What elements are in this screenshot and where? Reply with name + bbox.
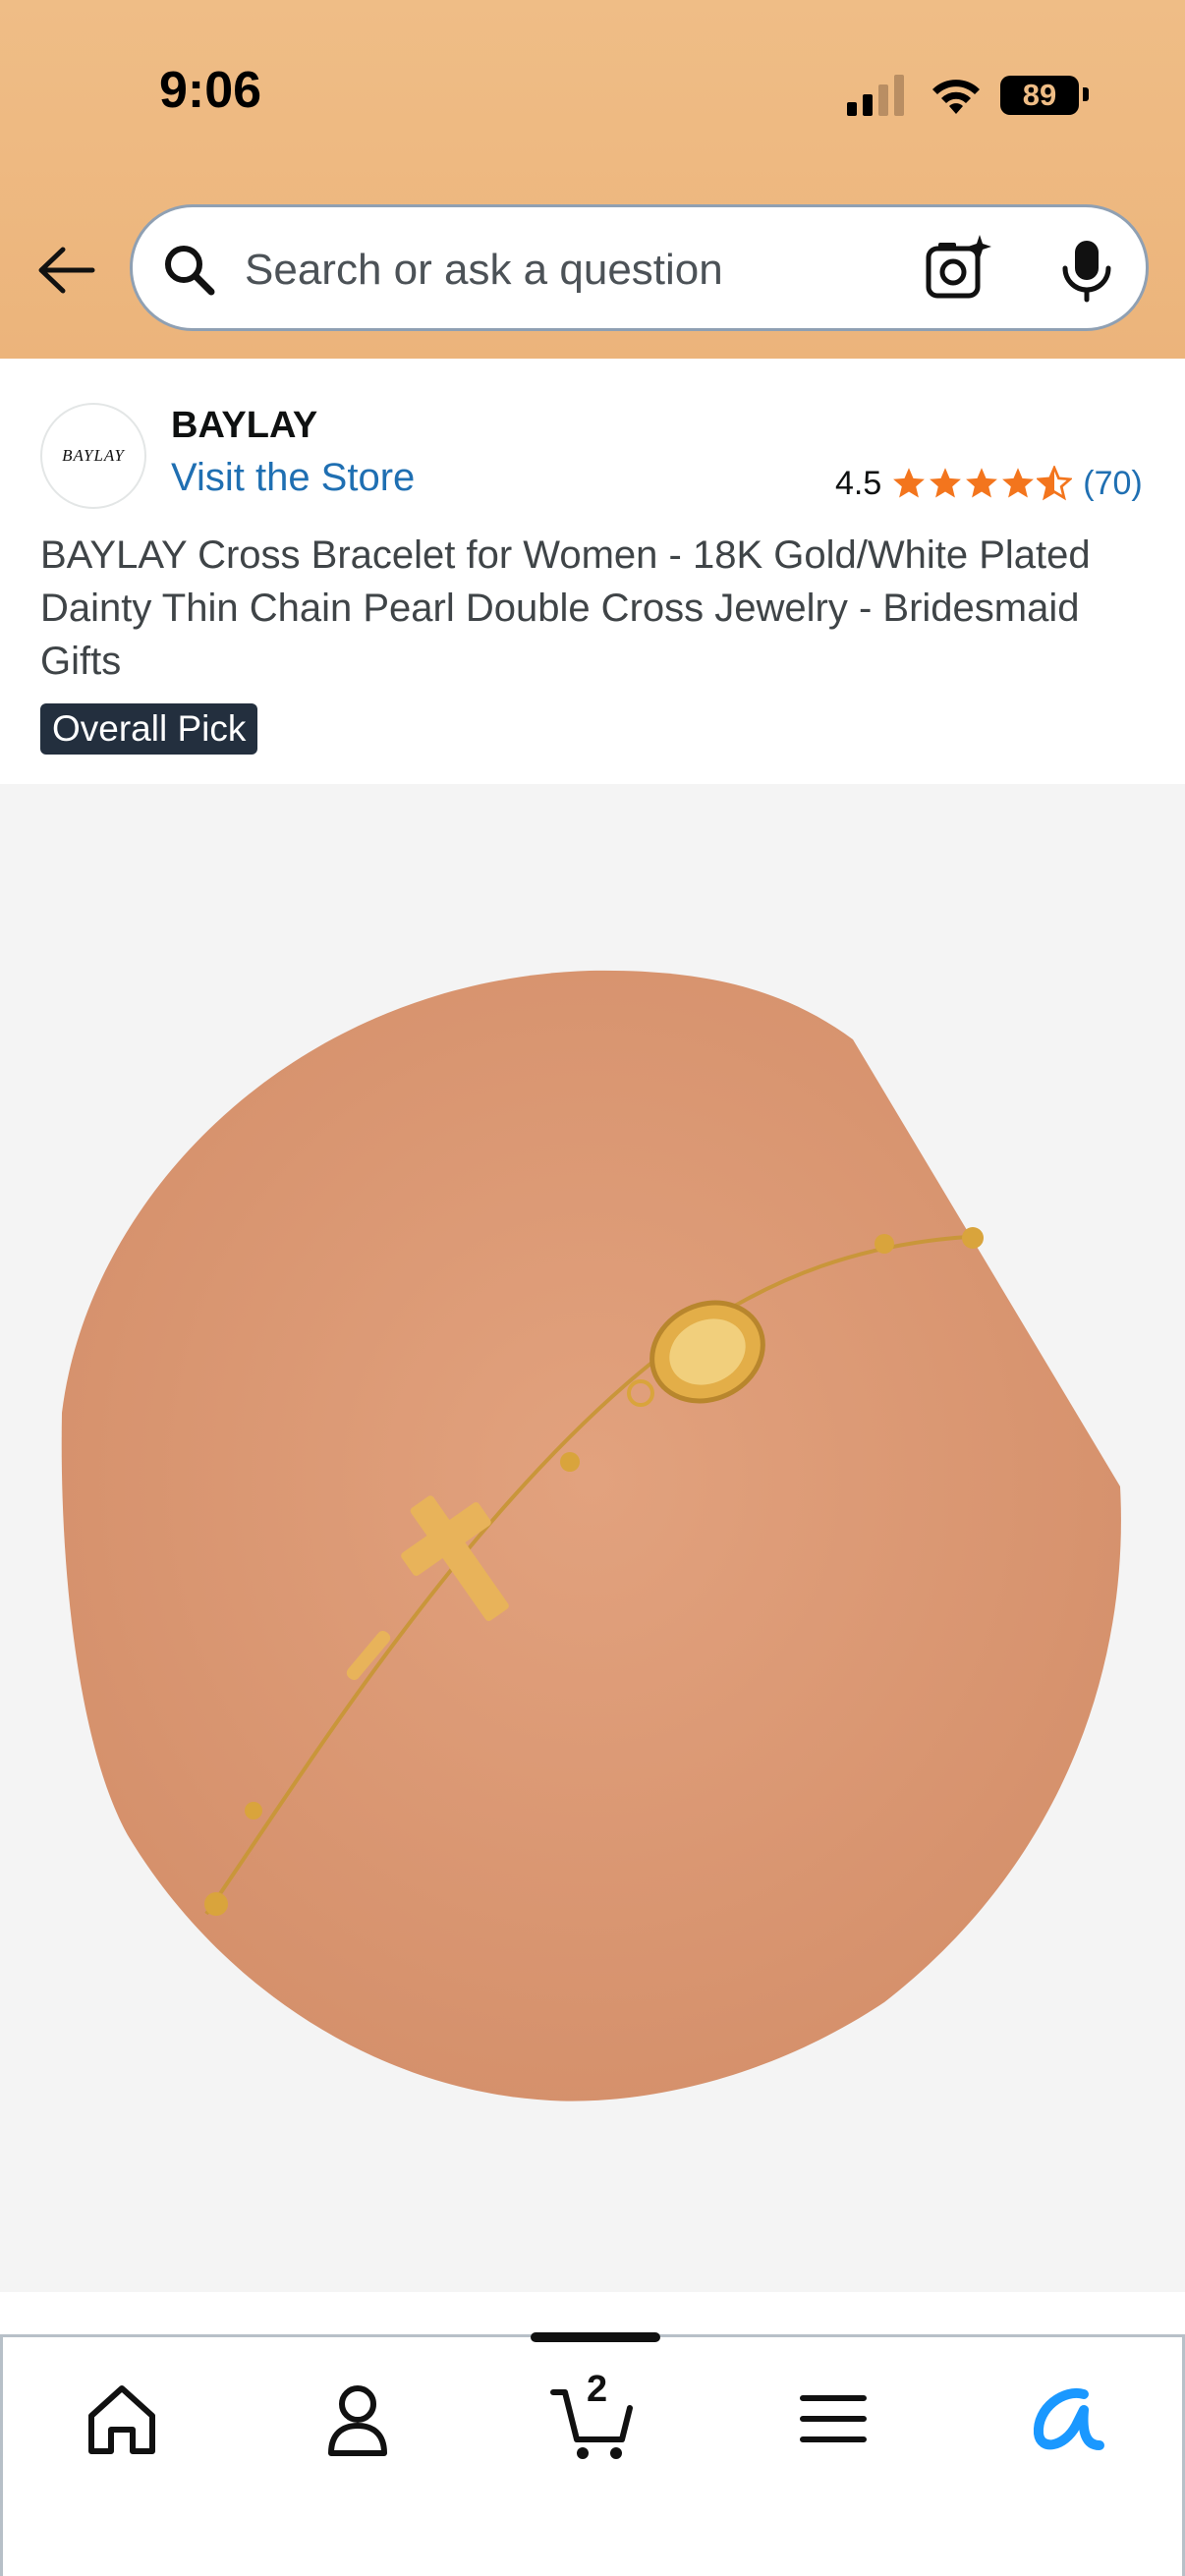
wifi-icon [932, 80, 980, 114]
back-button[interactable] [35, 240, 96, 301]
rufus-icon[interactable] [1025, 2375, 1113, 2463]
star-icon [1002, 468, 1035, 498]
home-icon[interactable] [78, 2375, 166, 2463]
star-rating [891, 466, 1073, 501]
star-icon [966, 468, 998, 498]
menu-icon[interactable] [789, 2375, 877, 2463]
product-title: BAYLAY Cross Bracelet for Women - 18K Go… [40, 533, 1091, 683]
product-image[interactable] [0, 784, 1185, 2292]
header: 9:06 89 Search or ask a question [0, 0, 1185, 359]
visit-store-link[interactable]: Visit the Store [171, 456, 415, 500]
nav-active-indicator [531, 2332, 660, 2342]
store-logo[interactable]: BAYLAY [40, 403, 146, 509]
signal-icon [847, 75, 904, 116]
cart-button[interactable]: 2 [549, 2369, 638, 2463]
rating-value: 4.5 [835, 464, 882, 502]
brand-name: BAYLAY [171, 405, 318, 446]
bottom-navigation: 2 [0, 2332, 1185, 2576]
half-star-icon [1037, 466, 1073, 501]
status-time: 9:06 [159, 62, 262, 119]
camera-icon[interactable] [923, 233, 993, 304]
search-input[interactable]: Search or ask a question [245, 243, 723, 298]
star-icon [930, 468, 962, 498]
search-bar[interactable]: Search or ask a question [130, 204, 1149, 331]
cart-count: 2 [587, 2369, 608, 2410]
battery-cap [1083, 87, 1089, 101]
battery-indicator: 89 [1000, 76, 1079, 115]
microphone-icon[interactable] [1056, 237, 1117, 304]
search-icon [165, 246, 215, 296]
account-icon[interactable] [313, 2375, 402, 2463]
star-icon [893, 468, 926, 498]
rating-summary[interactable]: 4.5 (70) [835, 462, 1143, 505]
overall-pick-badge: Overall Pick [40, 703, 258, 755]
rating-count[interactable]: (70) [1083, 465, 1142, 503]
product-image-area[interactable] [0, 784, 1185, 2292]
